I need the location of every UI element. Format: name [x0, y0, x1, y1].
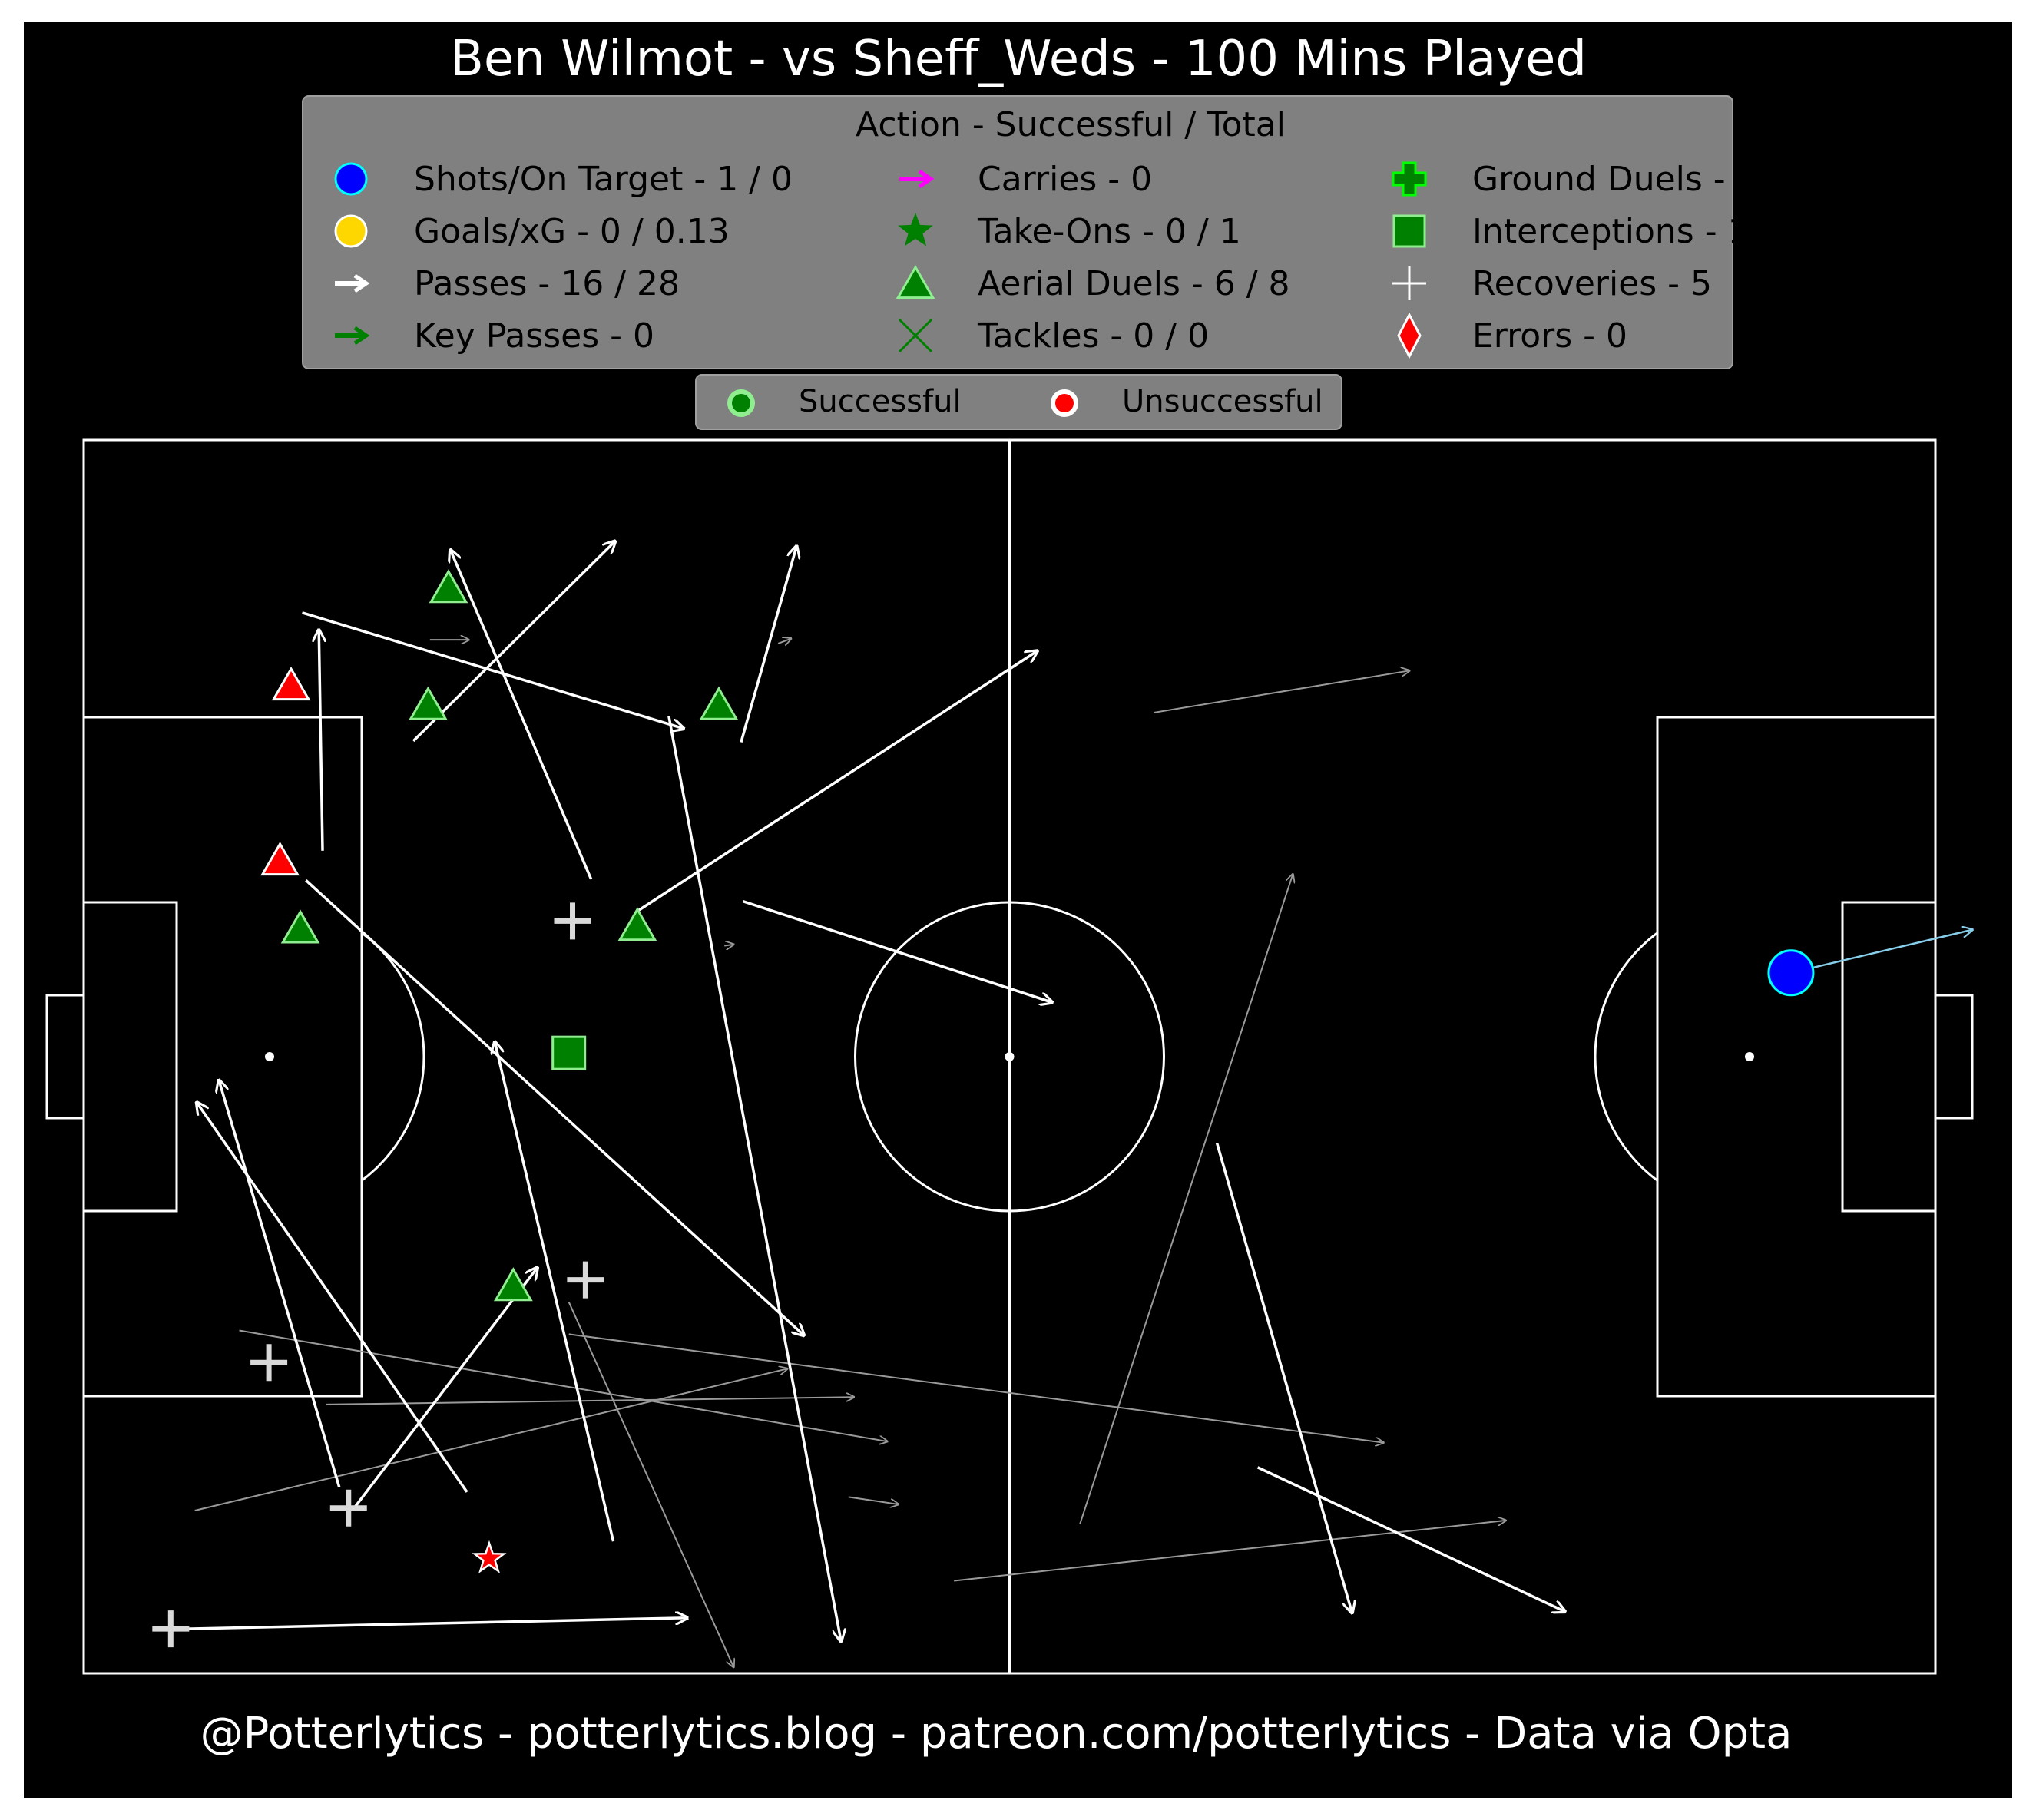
square-icon [1392, 214, 1426, 248]
interception-marker [551, 1035, 587, 1070]
circle-icon [334, 162, 368, 196]
pass-map-figure: Ben Wilmot - vs Sheff_Weds - 100 Mins Pl… [0, 0, 2036, 1820]
footer-credit: @Potterlytics - potterlytics.blog - patr… [200, 1709, 1793, 1759]
chart-title: Ben Wilmot - vs Sheff_Weds - 100 Mins Pl… [450, 31, 1587, 88]
unsuccessful-marker [1051, 389, 1078, 417]
circle-icon [334, 214, 368, 248]
action-legend: Action - Successful / Total Shots/On Tar… [302, 95, 1812, 369]
legend-item-label: Aerial Duels - 6 / 8 [978, 264, 1290, 303]
shot-marker [1767, 949, 1815, 997]
centre-spot [1005, 1052, 1015, 1061]
action-legend-title: Action - Successful / Total [856, 105, 1286, 144]
legend-item-label: Take-Ons - 0 / 1 [977, 212, 1241, 251]
left-penalty-spot [265, 1052, 274, 1061]
legend-item-label: Goals/xG - 0 / 0.13 [414, 212, 730, 251]
legend-item-label: Passes - 16 / 28 [414, 264, 680, 303]
outcome-legend: Successful Unsuccessful [695, 374, 1342, 430]
legend-item-label: Carries - 0 [978, 160, 1152, 199]
successful-marker [727, 389, 755, 417]
right-penalty-spot [1745, 1052, 1754, 1061]
legend-item-label: Shots/On Target - 1 / 0 [414, 160, 793, 199]
legend-item-label: Ground Duels - 0 / 0 [1472, 160, 1812, 199]
successful-label: Successful [799, 384, 962, 419]
legend-item-label: Recoveries - 5 [1472, 264, 1712, 303]
unsuccessful-label: Unsuccessful [1122, 384, 1323, 419]
legend-item-label: Tackles - 0 / 0 [977, 316, 1209, 356]
legend-item-label: Key Passes - 0 [414, 316, 654, 356]
legend-item-label: Interceptions - 1 / 1 [1472, 212, 1803, 251]
legend-item-label: Errors - 0 [1472, 316, 1627, 356]
